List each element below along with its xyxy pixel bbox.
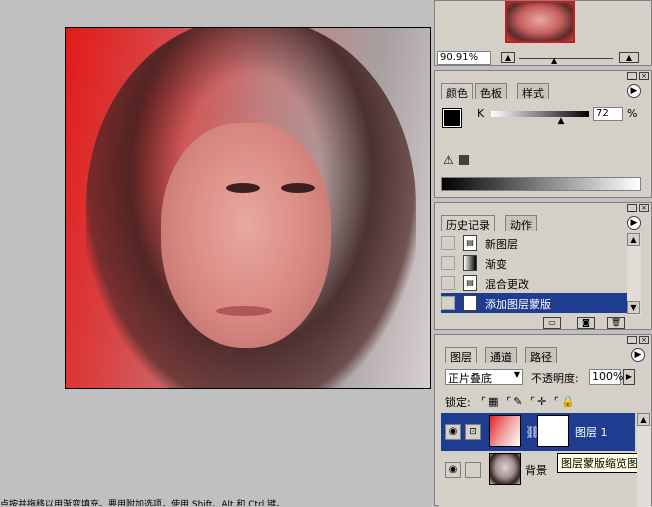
scroll-down-icon[interactable]: ▼ bbox=[627, 301, 640, 314]
history-state-icon: ▤ bbox=[463, 235, 477, 251]
scroll-up-icon[interactable]: ▲ bbox=[637, 413, 650, 426]
image-right-eye bbox=[281, 183, 315, 193]
k-value-field[interactable]: 72 bbox=[593, 107, 623, 121]
tab-actions[interactable]: 动作 bbox=[505, 215, 537, 232]
lock-all-icon[interactable]: ⌜🔒 bbox=[554, 395, 577, 408]
minimize-icon[interactable]: _ bbox=[627, 72, 637, 80]
zoom-slider-track[interactable] bbox=[519, 58, 613, 59]
image-mouth bbox=[216, 306, 272, 316]
tab-channels[interactable]: 通道 bbox=[485, 347, 517, 364]
close-icon[interactable]: × bbox=[639, 72, 649, 80]
history-list: ▤ 新图层 渐变 ▤ 混合更改 ▤ 添加图层蒙版 bbox=[437, 233, 633, 315]
history-state-icon: ▤ bbox=[463, 295, 477, 311]
gradient-icon bbox=[463, 255, 477, 271]
new-snapshot-icon[interactable]: ◙ bbox=[577, 317, 595, 329]
layers-panel: _ × 图层 通道 路径 ▶ 正片叠底 ▼ 不透明度: 100% ▶ 锁定: ⌜… bbox=[434, 334, 652, 507]
canvas-workspace[interactable]: 点按并拖移以用渐变填充。要用附加选项，使用 Shift、Alt 和 Ctrl 键… bbox=[0, 0, 432, 506]
layer-thumbnail[interactable] bbox=[489, 453, 521, 485]
layer-name: 图层 1 bbox=[575, 426, 608, 439]
history-item[interactable]: 渐变 bbox=[441, 253, 629, 273]
tooltip: 图层蒙版缩览图 bbox=[557, 453, 642, 473]
blend-mode-select[interactable]: 正片叠底 ▼ bbox=[445, 369, 523, 385]
close-icon[interactable]: × bbox=[639, 336, 649, 344]
panel-menu-icon[interactable]: ▶ bbox=[627, 216, 641, 230]
opacity-arrow-icon[interactable]: ▶ bbox=[623, 369, 635, 385]
lock-label: 锁定: bbox=[445, 396, 471, 409]
lock-transparency-icon[interactable]: ⌜▦ bbox=[481, 395, 501, 408]
zoom-in-icon[interactable]: ▲ bbox=[619, 52, 639, 63]
history-scrollbar[interactable]: ▲ ▼ bbox=[627, 233, 641, 315]
layer-thumbnail[interactable] bbox=[489, 415, 521, 447]
zoom-out-icon[interactable]: ▲ bbox=[501, 52, 515, 63]
foreground-color-swatch[interactable] bbox=[442, 108, 462, 128]
eye-icon[interactable]: ◉ bbox=[445, 424, 461, 440]
gamut-warning-icon[interactable]: ⚠ bbox=[443, 153, 454, 167]
lock-position-icon[interactable]: ⌜✛ bbox=[530, 395, 548, 408]
history-brush-checkbox[interactable] bbox=[441, 236, 455, 250]
opacity-field[interactable]: 100% bbox=[589, 369, 623, 385]
k-unit: % bbox=[627, 107, 638, 120]
tab-swatches[interactable]: 色板 bbox=[475, 83, 507, 100]
color-ramp[interactable] bbox=[441, 177, 641, 191]
history-panel-titlebar[interactable]: _ × bbox=[435, 203, 651, 213]
lock-image-icon[interactable]: ⌜✎ bbox=[506, 395, 524, 408]
tab-paths[interactable]: 路径 bbox=[525, 347, 557, 364]
gamut-swatch[interactable] bbox=[459, 155, 469, 165]
status-bar: 点按并拖移以用渐变填充。要用附加选项，使用 Shift、Alt 和 Ctrl 键… bbox=[0, 497, 432, 506]
layer-row[interactable]: ◉ ⊡ ⛓ 图层 1 bbox=[441, 413, 635, 451]
history-item[interactable]: ▤ 混合更改 bbox=[441, 273, 629, 293]
zoom-field[interactable]: 90.91% bbox=[437, 51, 491, 65]
color-panel: _ × 颜色 色板 样式 ▶ K ▲ 72 % ⚠ bbox=[434, 70, 652, 198]
layer-name: 背景 bbox=[525, 464, 547, 477]
layers-panel-titlebar[interactable]: _ × bbox=[435, 335, 651, 345]
eye-icon[interactable]: ◉ bbox=[445, 462, 461, 478]
history-state-icon: ▤ bbox=[463, 275, 477, 291]
tab-color[interactable]: 颜色 bbox=[441, 83, 473, 100]
history-panel: _ × 历史记录 动作 ▶ ▤ 新图层 渐变 ▤ 混合更改 ▤ 添加图层蒙版 ▲… bbox=[434, 202, 652, 330]
scroll-up-icon[interactable]: ▲ bbox=[627, 233, 640, 246]
minimize-icon[interactable]: _ bbox=[627, 336, 637, 344]
history-item[interactable]: ▤ 添加图层蒙版 bbox=[441, 293, 629, 313]
history-brush-checkbox[interactable] bbox=[441, 256, 455, 270]
panel-menu-icon[interactable]: ▶ bbox=[627, 84, 641, 98]
layer-mask-link-icon[interactable]: ⊡ bbox=[465, 424, 481, 440]
zoom-slider-thumb-icon[interactable]: ▲ bbox=[551, 56, 557, 65]
k-slider-track[interactable] bbox=[491, 111, 589, 117]
lock-options[interactable]: ⌜▦ ⌜✎ ⌜✛ ⌜🔒 bbox=[481, 395, 577, 408]
tab-styles[interactable]: 样式 bbox=[517, 83, 549, 100]
trash-icon[interactable]: 🗑 bbox=[607, 317, 625, 329]
panel-menu-icon[interactable]: ▶ bbox=[631, 348, 645, 362]
tab-layers[interactable]: 图层 bbox=[445, 347, 477, 364]
new-document-icon[interactable]: ▭ bbox=[543, 317, 561, 329]
history-item[interactable]: ▤ 新图层 bbox=[441, 233, 629, 253]
document-image[interactable] bbox=[65, 27, 431, 389]
layer-link-slot[interactable] bbox=[465, 462, 481, 478]
color-panel-titlebar[interactable]: _ × bbox=[435, 71, 651, 81]
opacity-label: 不透明度: bbox=[531, 372, 579, 385]
image-left-eye bbox=[226, 183, 260, 193]
history-brush-checkbox[interactable] bbox=[441, 276, 455, 290]
tab-history[interactable]: 历史记录 bbox=[441, 215, 495, 232]
layers-scrollbar[interactable]: ▲ bbox=[637, 413, 651, 507]
k-slider-thumb-icon[interactable]: ▲ bbox=[558, 116, 565, 126]
layer-mask-thumbnail[interactable] bbox=[537, 415, 569, 447]
channel-label: K bbox=[477, 107, 485, 120]
minimize-icon[interactable]: _ bbox=[627, 204, 637, 212]
chevron-down-icon: ▼ bbox=[513, 370, 520, 379]
navigator-thumbnail[interactable] bbox=[505, 1, 575, 43]
history-brush-checkbox[interactable] bbox=[441, 296, 455, 310]
navigator-panel: 90.91% ▲ ▲ ▲ bbox=[434, 0, 652, 66]
close-icon[interactable]: × bbox=[639, 204, 649, 212]
